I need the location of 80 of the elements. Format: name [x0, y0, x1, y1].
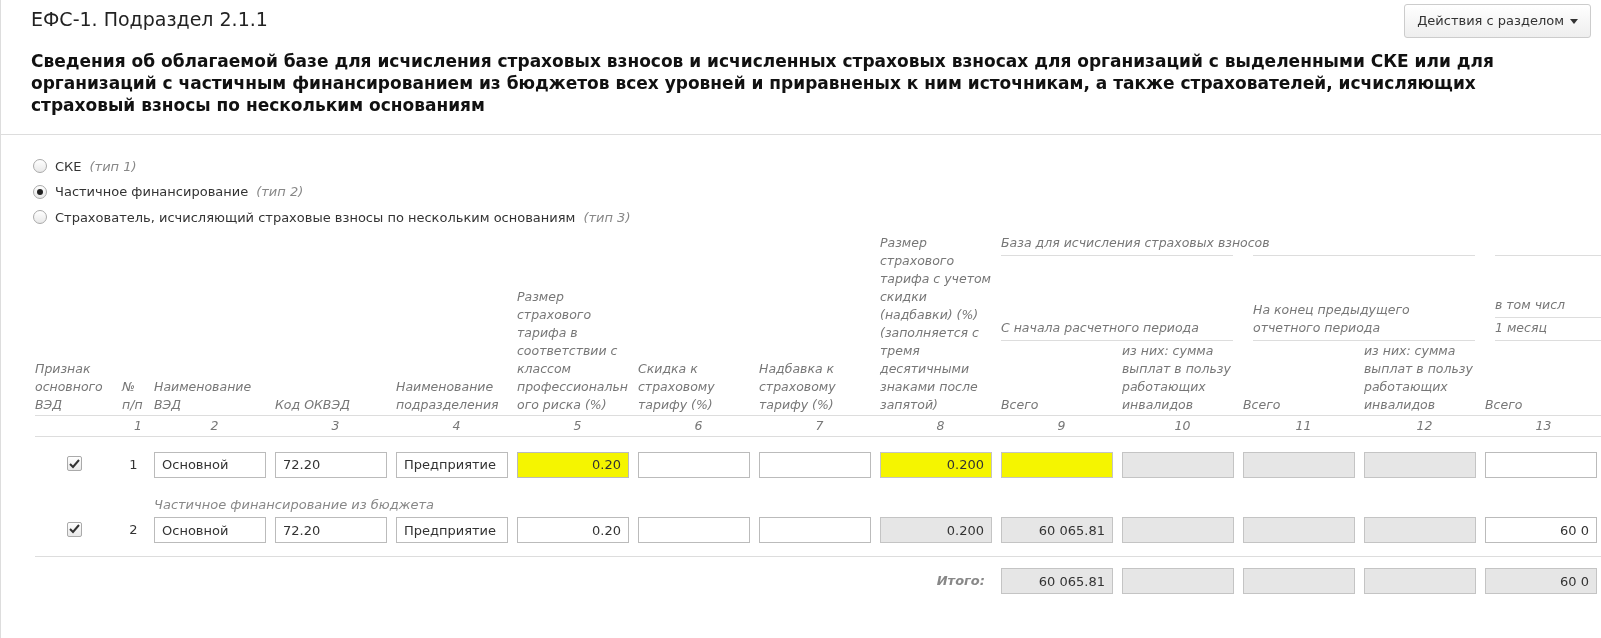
column-header: из них: сумма выплат в пользу работающих инвалидов — [1364, 340, 1485, 416]
row-number: 1 — [129, 456, 138, 472]
option-label: СКЕ — [55, 157, 82, 176]
group-header: в том числ — [1485, 255, 1601, 318]
input-field[interactable] — [1122, 451, 1234, 478]
input-field[interactable] — [1364, 451, 1476, 478]
column-number: 7 — [759, 415, 880, 437]
column-header: из них: сумма выплат в пользу работающих инвалидов — [1122, 340, 1243, 416]
column-header: Скидка к страховому тарифу (%) — [638, 233, 759, 416]
column-number: 10 — [1122, 415, 1243, 437]
group-header: База для исчисления страховых взносов — [1001, 233, 1601, 256]
option-note: (тип 3) — [583, 208, 631, 227]
column-number: 13 — [1485, 415, 1601, 437]
page-title: ЕФС-1. Подраздел 2.1.1 — [31, 8, 268, 31]
input-field[interactable]: Основной — [154, 517, 266, 543]
radio-button[interactable] — [33, 184, 47, 199]
column-number: 6 — [638, 415, 759, 437]
column-number: 8 — [880, 415, 1001, 437]
column-number: 5 — [517, 415, 638, 437]
input-field[interactable]: 60 065.81 — [1001, 517, 1113, 543]
input-field[interactable]: 72.20 — [275, 517, 387, 543]
input-field[interactable] — [638, 517, 750, 543]
column-header: Всего — [1243, 340, 1364, 416]
row-number: 2 — [129, 522, 138, 538]
option-note: (тип 1) — [89, 157, 137, 176]
section-heading: Сведения об облагаемой базе для исчисления страховых взносов и исчисленных страховых взносах для организаций с выделенными СКЕ или для организаций с частичным финансированием из бюджетов всех уровней и приравненых к ним источникам, а также страхователей, исчисляющих страховый взносы по нескольким основаниям — [30, 49, 1495, 116]
input-field[interactable] — [1243, 568, 1355, 594]
checkbox[interactable] — [66, 456, 82, 472]
checkbox[interactable] — [66, 521, 82, 537]
input-field[interactable]: Предприятие — [396, 517, 508, 543]
column-header: Всего — [1485, 340, 1601, 416]
section-actions-button[interactable]: Действия с разделом — [1404, 4, 1591, 38]
input-field[interactable]: 0.20 — [517, 451, 629, 478]
column-number: 2 — [154, 415, 275, 437]
column-header: Наименование ВЭД — [154, 233, 275, 416]
input-field[interactable]: Основной — [154, 451, 266, 478]
option-label: Частичное финансирование — [55, 183, 249, 201]
total-label: Итого: — [936, 573, 985, 589]
input-field[interactable] — [1364, 517, 1476, 543]
input-field[interactable] — [1243, 517, 1355, 543]
input-field[interactable]: 0.20 — [517, 517, 629, 543]
column-number: 3 — [275, 415, 396, 437]
column-header: Размер страхового тарифа в соответствии с классом профессионального риска (%) — [517, 233, 638, 416]
input-field[interactable]: 60 0 — [1485, 568, 1597, 594]
column-header: Наименование подразделения — [396, 233, 517, 416]
column-header: № п/п — [122, 233, 154, 416]
input-field[interactable]: 0.200 — [880, 517, 992, 543]
input-field[interactable]: 60 0 — [1485, 517, 1597, 543]
radio-button[interactable] — [33, 159, 47, 174]
group-header: С начала расчетного периода — [1001, 255, 1243, 341]
column-header: Код ОКВЭД — [275, 233, 396, 416]
column-header: Размер страхового тарифа с учетом скидки (надбавки) (%) (заполняется с тремя десятичными знаками после запятой) — [880, 233, 1001, 416]
input-field[interactable]: 60 065.81 — [1001, 568, 1113, 594]
input-field[interactable] — [759, 517, 871, 543]
input-field[interactable]: 0.200 — [880, 451, 992, 478]
input-field[interactable] — [1485, 451, 1597, 478]
column-header: Надбавка к страховому тарифу (%) — [759, 233, 880, 416]
input-field[interactable]: 72.20 — [275, 451, 387, 478]
column-number: 4 — [396, 415, 517, 437]
input-field[interactable] — [1364, 568, 1476, 594]
input-field[interactable] — [759, 451, 871, 478]
option-note: (тип 2) — [256, 183, 304, 201]
input-field[interactable] — [1001, 451, 1113, 478]
column-number: 12 — [1364, 415, 1485, 437]
column-number: 1 — [122, 415, 154, 437]
input-field[interactable] — [1243, 451, 1355, 478]
option-label: Страхователь, исчисляющий страховые взносы по нескольким основаниям — [55, 208, 576, 227]
section-label: Частичное финансирование из бюджета — [154, 496, 435, 512]
column-header: Признак основного ВЭД — [35, 233, 122, 416]
group-header: 1 месяц — [1485, 317, 1601, 341]
column-number: 11 — [1243, 415, 1364, 437]
caret-icon — [1570, 19, 1578, 24]
input-field[interactable]: Предприятие — [396, 451, 508, 478]
column-header: Всего — [1001, 340, 1122, 416]
column-number: 9 — [1001, 415, 1122, 437]
group-header: На конец предыдущего отчетного периода — [1243, 255, 1485, 341]
input-field[interactable] — [1122, 568, 1234, 594]
radio-button[interactable] — [33, 210, 47, 225]
input-field[interactable] — [1122, 517, 1234, 543]
input-field[interactable] — [638, 451, 750, 478]
